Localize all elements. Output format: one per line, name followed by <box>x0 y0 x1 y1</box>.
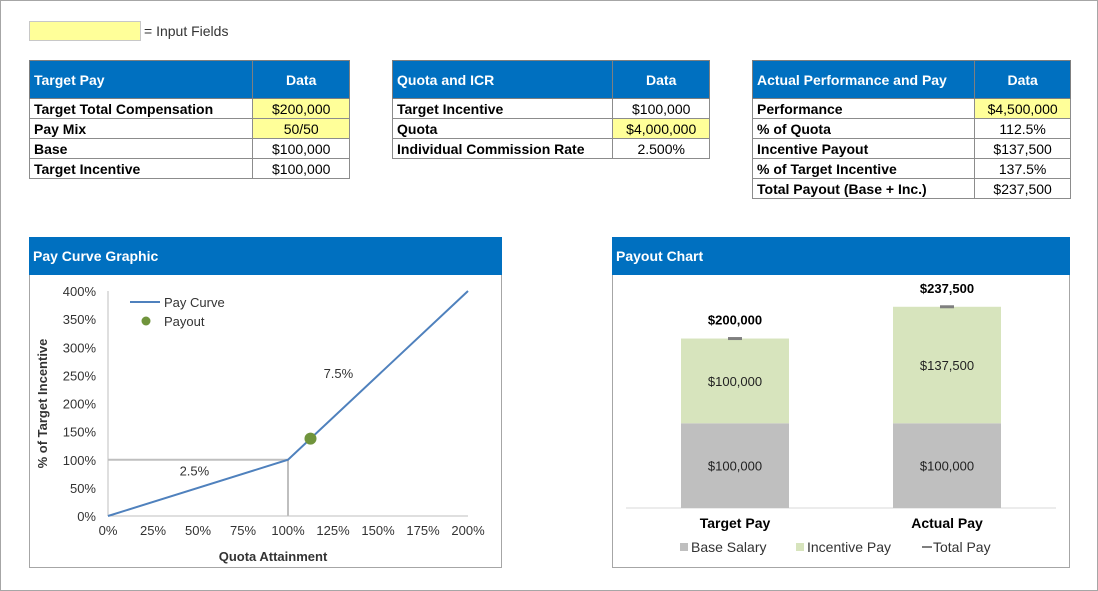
table-row: Target Incentive $100,000 <box>391 98 710 119</box>
legend-label: Incentive Pay <box>807 539 891 555</box>
table-row: Target Incentive $100,000 <box>28 158 350 179</box>
input-cell[interactable]: $4,000,000 <box>612 118 710 139</box>
value-cell: $237,500 <box>974 178 1071 199</box>
x-tick-label: 150% <box>361 523 395 538</box>
slope-label: 7.5% <box>324 366 354 381</box>
y-tick-label: 100% <box>63 453 97 468</box>
total-pay-label: $200,000 <box>708 313 762 328</box>
table-row: Incentive Payout $137,500 <box>751 138 1071 159</box>
legend-label: Total Pay <box>933 539 991 555</box>
legend-pay-curve: Pay Curve <box>164 295 225 310</box>
incentive-label: $137,500 <box>920 358 974 373</box>
value-cell: 2.500% <box>612 138 710 159</box>
category-label: Target Pay <box>700 515 771 531</box>
y-tick-label: 200% <box>63 397 97 412</box>
y-axis-title: % of Target Incentive <box>35 339 50 469</box>
y-tick-label: 0% <box>77 509 96 524</box>
target-pay-table: Target Pay Data Target Total Compensatio… <box>28 60 350 179</box>
table-row: % of Target Incentive 137.5% <box>751 158 1071 179</box>
x-tick-label: 175% <box>406 523 440 538</box>
input-cell[interactable]: $200,000 <box>252 98 350 119</box>
base-salary-label: $100,000 <box>920 459 974 474</box>
quota-icr-data-header: Data <box>612 60 710 99</box>
x-tick-label: 125% <box>316 523 350 538</box>
row-label: Performance <box>751 98 976 119</box>
actual-performance-data-header: Data <box>974 60 1071 99</box>
legend-swatch <box>796 543 804 551</box>
actual-performance-table: Actual Performance and Pay Data Performa… <box>751 60 1071 199</box>
table-row: Total Payout (Base + Inc.) $237,500 <box>751 178 1071 199</box>
payout-point <box>304 432 317 445</box>
row-label: Target Incentive <box>391 98 614 119</box>
payout-panel: Payout Chart $100,000 $100,000 $200,000 Tar… <box>612 237 1070 568</box>
x-tick-label: 50% <box>185 523 211 538</box>
row-label: Target Incentive <box>28 158 254 179</box>
value-cell: $100,000 <box>252 138 350 159</box>
payout-chart: $100,000 $100,000 $200,000 Target Pay $100,0… <box>626 281 1056 555</box>
row-label: % of Target Incentive <box>751 158 976 179</box>
actual-performance-header: Actual Performance and Pay <box>751 60 976 99</box>
category-label: Actual Pay <box>911 515 983 531</box>
row-label: Total Payout (Base + Inc.) <box>751 178 976 199</box>
y-tick-label: 300% <box>63 340 97 355</box>
value-cell: $137,500 <box>974 138 1071 159</box>
base-salary-label: $100,000 <box>708 459 762 474</box>
value-cell: 137.5% <box>974 158 1071 179</box>
payout-title: Payout Chart <box>612 237 1070 275</box>
incentive-label: $100,000 <box>708 374 762 389</box>
table-row: % of Quota 112.5% <box>751 118 1071 139</box>
target-pay-data-header: Data <box>252 60 350 99</box>
row-label: Base <box>28 138 254 159</box>
table-row: Target Total Compensation $200,000 <box>28 98 350 119</box>
table-row: Pay Mix 50/50 <box>28 118 350 139</box>
quota-icr-table: Quota and ICR Data Target Incentive $100,… <box>391 60 710 159</box>
target-pay-header: Target Pay <box>28 60 254 99</box>
y-tick-label: 50% <box>70 481 96 496</box>
x-tick-label: 0% <box>99 523 118 538</box>
table-row: Base $100,000 <box>28 138 350 159</box>
x-tick-label: 25% <box>140 523 166 538</box>
value-cell: 112.5% <box>974 118 1071 139</box>
table-row: Performance $4,500,000 <box>751 98 1071 119</box>
total-pay-label: $237,500 <box>920 281 974 296</box>
row-label: Pay Mix <box>28 118 254 139</box>
row-label: Quota <box>391 118 614 139</box>
x-tick-label: 75% <box>230 523 256 538</box>
legend-payout: Payout <box>164 314 205 329</box>
quota-icr-header: Quota and ICR <box>391 60 614 99</box>
row-label: Incentive Payout <box>751 138 976 159</box>
row-label: Target Total Compensation <box>28 98 254 119</box>
input-cell[interactable]: $4,500,000 <box>974 98 1071 119</box>
table-row: Quota $4,000,000 <box>391 118 710 139</box>
pay-curve-panel: Pay Curve Graphic 0% 50% 100% 150% 200% 250% 3… <box>29 237 502 568</box>
y-tick-label: 400% <box>63 284 97 299</box>
row-label: % of Quota <box>751 118 976 139</box>
y-tick-label: 250% <box>63 368 97 383</box>
x-axis-title: Quota Attainment <box>219 549 328 564</box>
x-tick-label: 200% <box>451 523 485 538</box>
slope-label: 2.5% <box>180 464 210 479</box>
y-tick-label: 150% <box>63 425 97 440</box>
input-swatch <box>29 21 141 41</box>
x-tick-label: 100% <box>271 523 305 538</box>
pay-curve-chart: 0% 50% 100% 150% 200% 250% 300% 350% 400% 0% 25% 50… <box>35 284 485 564</box>
input-fields-key: = Input Fields <box>29 21 228 41</box>
legend-label: Base Salary <box>691 539 766 555</box>
y-tick-label: 350% <box>63 312 97 327</box>
table-row: Individual Commission Rate 2.500% <box>391 138 710 159</box>
row-label: Individual Commission Rate <box>391 138 614 159</box>
value-cell: $100,000 <box>252 158 350 179</box>
input-cell[interactable]: 50/50 <box>252 118 350 139</box>
legend-swatch <box>680 543 688 551</box>
value-cell: $100,000 <box>612 98 710 119</box>
legend-point-swatch <box>141 316 151 326</box>
pay-curve-title: Pay Curve Graphic <box>29 237 502 275</box>
input-fields-key-label: = Input Fields <box>144 23 229 39</box>
